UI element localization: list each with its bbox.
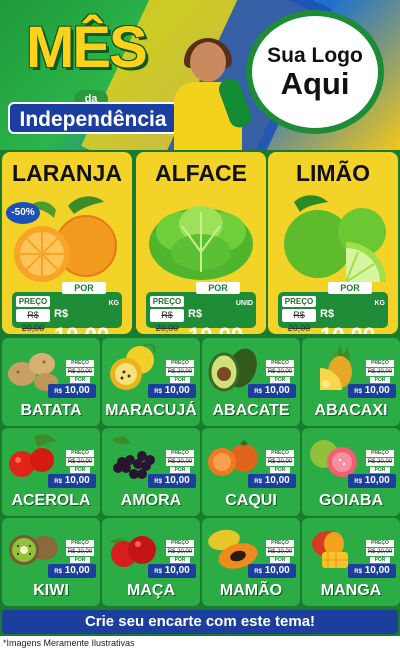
product-card-mamao[interactable]: PREÇO R$ 20,00 POR R$ 10,00 MAMÃO	[202, 518, 300, 606]
product-name: KIWI	[33, 582, 69, 599]
product-name: ACEROLA	[11, 492, 91, 509]
price-tag: PREÇO R$ 20,00 POR R$ 10,00	[348, 360, 396, 398]
logo-line1: Sua Logo	[267, 44, 363, 67]
unit-label: KG	[108, 300, 120, 307]
por-label: POR	[328, 282, 372, 294]
disclaimer: *Imagens Meramente Ilustrativas	[0, 636, 400, 650]
price-tag: PREÇO R$ 20,00 POR R$ 10,00	[248, 540, 296, 578]
product-card-goiaba[interactable]: PREÇO R$ 20,00 POR R$ 10,00 GOIABA	[302, 428, 400, 516]
create-flyer-button[interactable]: Crie seu encarte com este tema!	[2, 610, 398, 634]
logo-placeholder[interactable]: Sua Logo Aqui	[246, 10, 384, 134]
preco-label: PREÇO	[150, 296, 184, 307]
price-tag: PREÇO R$ 20,00 POR R$ 10,00	[148, 360, 196, 398]
product-name: CAQUI	[225, 492, 277, 509]
product-name: LARANJA	[12, 160, 122, 186]
price-tag: PREÇO R$ 20,00 POR R$ 10,00	[48, 360, 96, 398]
product-name: MAÇA	[127, 582, 175, 599]
price-box: POR PREÇO R$ 20,00 R$ 10,00 UNID	[146, 282, 256, 334]
product-name: GOIABA	[319, 492, 383, 509]
price-tag: PREÇO R$ 20,00 POR R$ 10,00	[148, 540, 196, 578]
featured-card-limao[interactable]: LIMÃO POR PREÇO R$ 20,00 R$ 10,00 KG	[268, 152, 398, 334]
product-name: MANGA	[320, 582, 382, 599]
old-price: R$ 20,00	[150, 309, 184, 333]
price-tag: PREÇO R$ 20,00 POR R$ 10,00	[48, 540, 96, 578]
por-label: POR	[62, 282, 106, 294]
product-card-batata[interactable]: PREÇO R$ 20,00 POR R$ 10,00 BATATA	[2, 338, 100, 426]
title-lockup: MÊS da Independência	[8, 14, 178, 134]
fan-illustration	[168, 38, 254, 150]
price-tag: PREÇO R$ 20,00 POR R$ 10,00	[348, 540, 396, 578]
product-name: MARACUJÁ	[105, 402, 197, 419]
featured-card-alface[interactable]: ALFACE POR PREÇO R$ 20,00 R$ 10,00 UNID	[136, 152, 266, 334]
product-card-maca[interactable]: PREÇO R$ 20,00 POR R$ 10,00 MAÇA	[102, 518, 200, 606]
product-card-acerola[interactable]: PREÇO R$ 20,00 POR R$ 10,00 ACEROLA	[2, 428, 100, 516]
product-name: ABACAXI	[314, 402, 388, 419]
price-tag: PREÇO R$ 20,00 POR R$ 10,00	[148, 450, 196, 488]
product-name: AMORA	[120, 492, 182, 509]
product-card-manga[interactable]: PREÇO R$ 20,00 POR R$ 10,00 MANGA	[302, 518, 400, 606]
discount-badge: -50%	[6, 202, 40, 224]
featured-row: LARANJA -50% POR PREÇO R$ 20,00 R$ 10,00…	[0, 152, 400, 336]
product-card-abacate[interactable]: PREÇO R$ 20,00 POR R$ 10,00 ABACATE	[202, 338, 300, 426]
product-name: MAMÃO	[219, 582, 283, 599]
price-tag: PREÇO R$ 20,00 POR R$ 10,00	[48, 450, 96, 488]
product-name: BATATA	[20, 402, 82, 419]
price-tag: PREÇO R$ 20,00 POR R$ 10,00	[348, 450, 396, 488]
header-banner: MÊS da Independência Sua Logo Aqui	[0, 0, 400, 150]
product-card-maracuja[interactable]: PREÇO R$ 20,00 POR R$ 10,00 MARACUJÁ	[102, 338, 200, 426]
product-card-caqui[interactable]: PREÇO R$ 20,00 POR R$ 10,00 CAQUI	[202, 428, 300, 516]
logo-line2: Aqui	[280, 66, 350, 101]
product-card-amora[interactable]: PREÇO R$ 20,00 POR R$ 10,00 AMORA	[102, 428, 200, 516]
title-sub: Independência	[8, 102, 178, 134]
product-name: ABACATE	[212, 402, 290, 419]
product-name: ALFACE	[155, 160, 247, 186]
lettuce-icon	[149, 206, 253, 280]
price-box: POR PREÇO R$ 20,00 R$ 10,00 KG	[12, 282, 122, 334]
preco-label: PREÇO	[16, 296, 50, 307]
old-price: R$ 20,00	[282, 309, 316, 333]
price-tag: PREÇO R$ 20,00 POR R$ 10,00	[248, 450, 296, 488]
por-label: POR	[196, 282, 240, 294]
lime-icon	[284, 195, 386, 283]
unit-label: KG	[374, 300, 386, 307]
unit-label: UNID	[235, 300, 253, 307]
featured-card-laranja[interactable]: LARANJA -50% POR PREÇO R$ 20,00 R$ 10,00…	[2, 152, 132, 334]
product-grid: PREÇO R$ 20,00 POR R$ 10,00 BATATA PREÇO…	[0, 338, 400, 608]
product-card-kiwi[interactable]: PREÇO R$ 20,00 POR R$ 10,00 KIWI	[2, 518, 100, 606]
product-name: LIMÃO	[295, 160, 371, 186]
title-main: MÊS	[26, 15, 148, 80]
price-tag: PREÇO R$ 20,00 POR R$ 10,00	[248, 360, 296, 398]
price-box: POR PREÇO R$ 20,00 R$ 10,00 KG	[278, 282, 388, 334]
preco-label: PREÇO	[282, 296, 316, 307]
product-card-abacaxi[interactable]: PREÇO R$ 20,00 POR R$ 10,00 ABACAXI	[302, 338, 400, 426]
old-price: R$ 20,00	[16, 309, 50, 333]
